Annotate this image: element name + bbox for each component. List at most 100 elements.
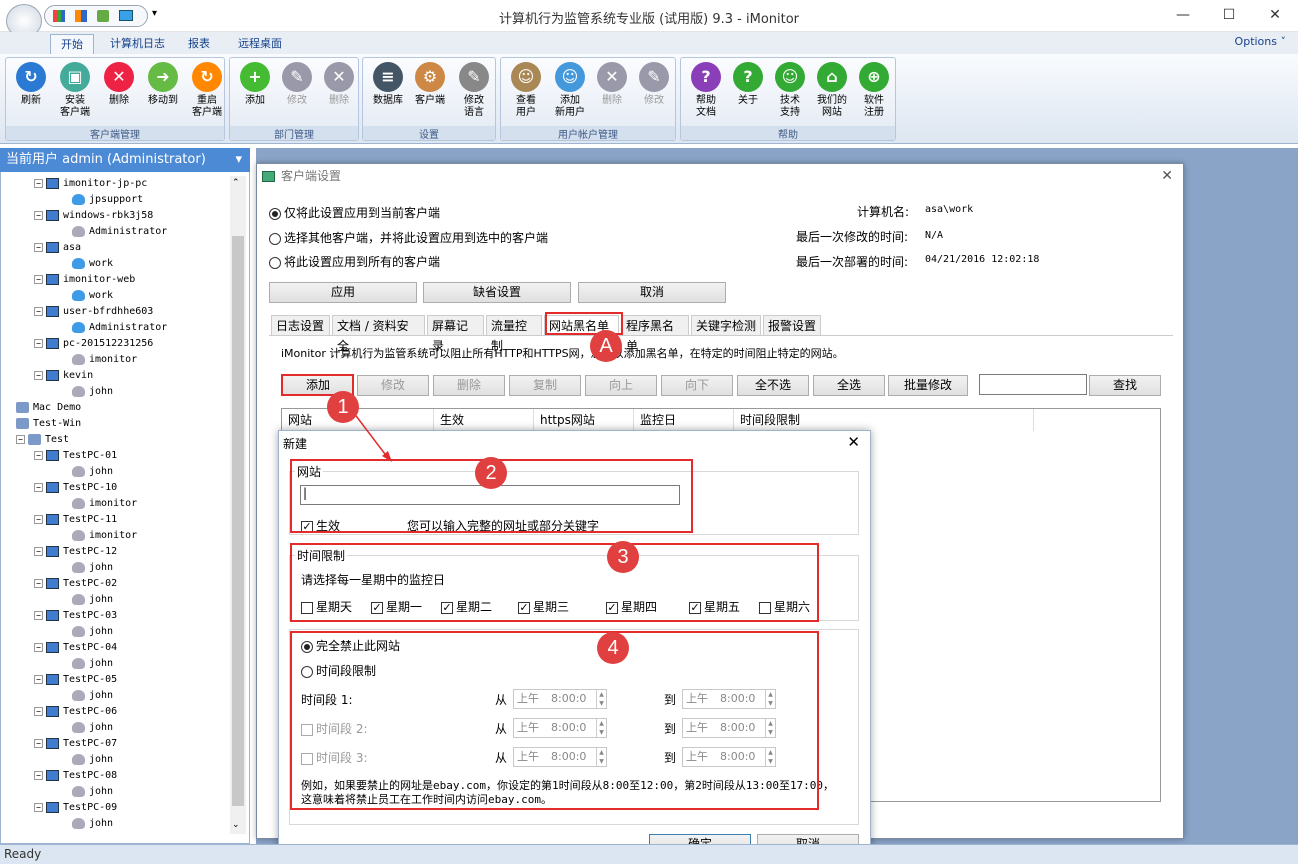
- collapse-icon[interactable]: −: [34, 482, 43, 492]
- toolbar-button-2[interactable]: 删除: [433, 375, 505, 396]
- ribbon-button-0-3[interactable]: ➜ 移动到: [142, 62, 184, 107]
- ribbon-button-3-3[interactable]: ✎ 修改: [633, 62, 675, 107]
- collapse-icon[interactable]: −: [34, 738, 43, 748]
- ribbon-button-0-0[interactable]: ↻ 刷新: [10, 62, 52, 107]
- ribbon-button-3-1[interactable]: ☺ 添加 新用户: [549, 62, 591, 119]
- tree-computer[interactable]: − TestPC-10: [34, 480, 117, 496]
- tree-computer[interactable]: − TestPC-09: [34, 800, 117, 816]
- tree-computer[interactable]: − windows-rbk3j58: [34, 208, 153, 224]
- settings-tab-0[interactable]: 日志设置: [271, 315, 330, 335]
- radio-off-icon[interactable]: [269, 256, 281, 269]
- tree-user[interactable]: john: [72, 784, 113, 800]
- ribbon-button-1-2[interactable]: ✕ 删除: [318, 62, 360, 107]
- ribbon-button-2-1[interactable]: ⚙ 客户端: [409, 62, 451, 107]
- search-input[interactable]: [979, 374, 1087, 395]
- ribbon-button-4-2[interactable]: ☺ 技术 支持: [769, 62, 811, 119]
- ribbon-button-0-2[interactable]: ✕ 删除: [98, 62, 140, 107]
- collapse-icon[interactable]: −: [34, 642, 43, 652]
- cancel-settings-button[interactable]: 取消: [578, 282, 726, 303]
- ribbon-button-0-1[interactable]: ▣ 安装 客户端: [54, 62, 96, 119]
- scroll-up-icon[interactable]: ⌃: [232, 178, 240, 188]
- tree-computer[interactable]: − kevin: [34, 368, 93, 384]
- tree-scrollbar-thumb[interactable]: [232, 236, 244, 806]
- tree-computer[interactable]: − TestPC-06: [34, 704, 117, 720]
- col-header-https[interactable]: https网站: [534, 409, 634, 431]
- settings-tab-6[interactable]: 关键字检测: [691, 315, 761, 335]
- minimize-button[interactable]: —: [1160, 0, 1206, 30]
- collapse-icon[interactable]: −: [34, 450, 43, 460]
- settings-tab-2[interactable]: 屏幕记录: [427, 315, 484, 353]
- options-menu[interactable]: Options ˅: [1235, 35, 1286, 48]
- collapse-icon[interactable]: −: [34, 210, 43, 220]
- search-button[interactable]: 查找: [1089, 375, 1161, 396]
- tree-user[interactable]: Administrator: [72, 224, 167, 240]
- settings-tab-1[interactable]: 文档 / 资料安全: [332, 315, 425, 353]
- tab-remote-desktop[interactable]: 远程桌面: [228, 34, 292, 54]
- ribbon-button-4-3[interactable]: ⌂ 我们的 网站: [811, 62, 853, 119]
- dialog-close-icon[interactable]: ✕: [1161, 168, 1173, 184]
- ribbon-button-4-0[interactable]: ? 帮助 文档: [685, 62, 727, 119]
- tree-group[interactable]: Test-Win: [16, 416, 81, 432]
- collapse-icon[interactable]: −: [16, 434, 25, 444]
- tree-user[interactable]: john: [72, 720, 113, 736]
- tree-computer[interactable]: − TestPC-02: [34, 576, 117, 592]
- chevron-down-icon[interactable]: ▾: [235, 148, 242, 172]
- maximize-button[interactable]: ☐: [1206, 0, 1252, 30]
- tree-computer[interactable]: − TestPC-03: [34, 608, 117, 624]
- collapse-icon[interactable]: −: [34, 306, 43, 316]
- tree-computer[interactable]: − TestPC-12: [34, 544, 117, 560]
- collapse-icon[interactable]: −: [34, 514, 43, 524]
- tree-user[interactable]: jpsupport: [72, 192, 143, 208]
- tree-computer[interactable]: − TestPC-11: [34, 512, 117, 528]
- tree-computer[interactable]: − TestPC-04: [34, 640, 117, 656]
- tree-user[interactable]: john: [72, 624, 113, 640]
- radio-current-client[interactable]: 仅将此设置应用到当前客户端: [269, 204, 440, 221]
- tree-computer[interactable]: − pc-201512231256: [34, 336, 153, 352]
- tree-user[interactable]: john: [72, 816, 113, 832]
- toolbar-button-6[interactable]: 全不选: [737, 375, 809, 396]
- col-header-enabled[interactable]: 生效: [434, 409, 534, 431]
- tree-user[interactable]: work: [72, 256, 113, 272]
- ribbon-button-3-2[interactable]: ✕ 删除: [591, 62, 633, 107]
- tree-user[interactable]: john: [72, 752, 113, 768]
- ribbon-button-1-1[interactable]: ✎ 修改: [276, 62, 318, 107]
- col-header-time-limit[interactable]: 时间段限制: [734, 409, 1034, 431]
- settings-tab-7[interactable]: 报警设置: [763, 315, 821, 335]
- tree-computer[interactable]: − imonitor-jp-pc: [34, 176, 147, 192]
- ribbon-button-3-0[interactable]: ☺ 查看 用户: [505, 62, 547, 119]
- tree-computer[interactable]: − imonitor-web: [34, 272, 135, 288]
- tree-user[interactable]: john: [72, 464, 113, 480]
- toolbar-button-3[interactable]: 复制: [509, 375, 581, 396]
- collapse-icon[interactable]: −: [34, 338, 43, 348]
- tree-user[interactable]: john: [72, 688, 113, 704]
- apply-button[interactable]: 应用: [269, 282, 417, 303]
- col-header-days[interactable]: 监控日: [634, 409, 734, 431]
- collapse-icon[interactable]: −: [34, 706, 43, 716]
- collapse-icon[interactable]: −: [34, 610, 43, 620]
- ribbon-button-2-2[interactable]: ✎ 修改 语言: [453, 62, 495, 119]
- collapse-icon[interactable]: −: [34, 674, 43, 684]
- default-settings-button[interactable]: 缺省设置: [423, 282, 571, 303]
- ribbon-button-1-0[interactable]: + 添加: [234, 62, 276, 107]
- close-button[interactable]: ✕: [1252, 0, 1298, 30]
- current-user-header[interactable]: 当前用户 admin (Administrator) ▾: [0, 148, 250, 172]
- tree-group[interactable]: Mac Demo: [16, 400, 81, 416]
- ribbon-button-2-0[interactable]: ≡ 数据库: [367, 62, 409, 107]
- collapse-icon[interactable]: −: [34, 274, 43, 284]
- tree-computer[interactable]: − TestPC-07: [34, 736, 117, 752]
- tree-user[interactable]: john: [72, 656, 113, 672]
- tree-user[interactable]: imonitor: [72, 352, 137, 368]
- radio-on-icon[interactable]: [269, 207, 281, 220]
- ribbon-button-4-1[interactable]: ? 关于: [727, 62, 769, 107]
- scroll-down-icon[interactable]: ⌄: [232, 820, 240, 830]
- tab-start[interactable]: 开始: [50, 34, 94, 54]
- tree-user[interactable]: Administrator: [72, 320, 167, 336]
- toolbar-button-5[interactable]: 向下: [661, 375, 733, 396]
- tree-computer[interactable]: − TestPC-01: [34, 448, 117, 464]
- radio-off-icon[interactable]: [269, 232, 281, 245]
- tree-user[interactable]: imonitor: [72, 496, 137, 512]
- settings-tab-5[interactable]: 程序黑名单: [621, 315, 689, 353]
- tree-computer[interactable]: − TestPC-05: [34, 672, 117, 688]
- tab-reports[interactable]: 报表: [178, 34, 220, 54]
- toolbar-button-7[interactable]: 全选: [813, 375, 885, 396]
